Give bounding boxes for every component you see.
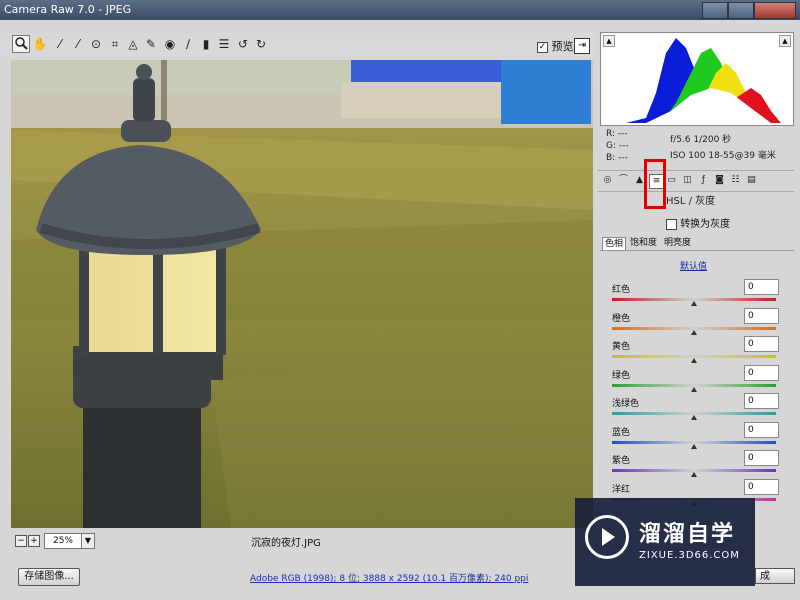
slider-label: 绿色 <box>612 370 631 381</box>
slider-label: 橙色 <box>612 313 631 324</box>
convert-gray-checkbox[interactable]: 转换为灰度 <box>666 215 730 230</box>
highlight-box <box>644 159 666 209</box>
hand-icon[interactable]: ✋ <box>32 36 48 52</box>
effects-tab-icon[interactable]: ƒ <box>697 174 710 187</box>
slider-thumb[interactable] <box>691 472 697 477</box>
exposure-info: f/5.6 1/200 秒 <box>670 135 732 145</box>
window-title: Camera Raw 7.0 - JPEG <box>4 3 132 16</box>
slider-label: 紫色 <box>612 456 631 466</box>
slider-label: 红色 <box>612 285 631 295</box>
slider-value-field[interactable]: 0 <box>744 421 779 438</box>
zoom-in-button[interactable]: + <box>28 535 40 547</box>
slider-row: 紫色 0 <box>612 450 780 481</box>
done-button[interactable]: 成 <box>755 568 795 584</box>
watermark: 溜溜自学 ZIXUE.3D66.COM <box>575 498 755 586</box>
straighten-icon[interactable]: ◬ <box>125 36 141 52</box>
play-icon <box>602 528 615 546</box>
slider-value-field[interactable]: 0 <box>744 393 779 409</box>
rotate-left-icon[interactable]: ↺ <box>235 36 251 52</box>
save-image-button[interactable]: 存储图像... <box>18 568 80 586</box>
image-preview[interactable] <box>11 60 593 528</box>
crop-icon[interactable]: ⌗ <box>107 36 123 52</box>
target-adjust-icon[interactable]: ⊙ <box>88 36 104 52</box>
slider-thumb[interactable] <box>691 386 697 392</box>
default-link[interactable]: 默认值 <box>680 259 707 272</box>
basic-tab-icon[interactable]: ◎ <box>601 174 614 187</box>
slider-thumb[interactable] <box>691 358 697 363</box>
status-bar: − + 25% ▼ 沉寂的夜灯.JPG <box>11 530 593 550</box>
pixel-readout: R: --- G: --- B: --- f/5.6 1/200 秒 ISO 1… <box>600 126 792 168</box>
slider-label: 蓝色 <box>612 427 631 438</box>
slider-row: 橙色 0 <box>612 307 780 339</box>
zoom-level-field[interactable]: 25% <box>44 533 82 549</box>
highlight-clipping-icon[interactable]: ▲ <box>779 35 791 47</box>
workflow-options-link[interactable]: Adobe RGB (1998); 8 位; 3888 x 2592 (10.1… <box>250 571 528 584</box>
preview-label: 预览 <box>551 40 574 53</box>
slider-row: 浅绿色 0 <box>612 393 780 424</box>
chevron-down-icon[interactable]: ▼ <box>81 533 95 549</box>
maximize-button[interactable] <box>728 2 754 19</box>
slider-value-field[interactable]: 0 <box>744 336 779 352</box>
slider-thumb[interactable] <box>691 443 697 449</box>
minimize-button[interactable] <box>702 2 728 19</box>
slider-thumb[interactable] <box>691 329 697 335</box>
red-eye-icon[interactable]: ◉ <box>162 36 178 52</box>
graduated-filter-icon[interactable]: ▮ <box>198 36 214 52</box>
panel-tabs: ◎ ⌒ ▲ ≡ ▭ ◫ ƒ ◙ ☷ ▤ <box>598 170 794 192</box>
snapshots-tab-icon[interactable]: ▤ <box>745 174 758 187</box>
slider-row: 绿色 0 <box>612 364 780 396</box>
split-toning-tab-icon[interactable]: ▭ <box>665 174 678 187</box>
hsl-subtabs: 色相 饱和度 明亮度 <box>600 236 794 251</box>
slider-value-field[interactable]: 0 <box>744 478 779 495</box>
tool-bar: ✋ ⁄ ⁄ ⊙ ⌗ ◬ ✎ ◉ ∕ ▮ ☰ ↺ ↻ ✓ 预览 <box>0 33 596 57</box>
preferences-icon[interactable]: ☰ <box>216 36 232 52</box>
slider-label: 洋红 <box>612 484 631 495</box>
slider-row: 红色 0 <box>612 279 780 310</box>
preview-check-box[interactable]: ✓ <box>537 41 548 53</box>
slider-value-field[interactable]: 0 <box>744 279 779 295</box>
adjustment-brush-icon[interactable]: ∕ <box>180 36 196 52</box>
convert-gray-label: 转换为灰度 <box>680 219 731 230</box>
white-balance-icon[interactable]: ⁄ <box>52 36 68 52</box>
slider-value-field[interactable]: 0 <box>744 307 779 324</box>
blue-readout: B: --- <box>606 153 628 163</box>
iso-lens-info: ISO 100 18-55@39 毫米 <box>670 151 776 161</box>
slider-value-field[interactable]: 0 <box>744 450 779 466</box>
spot-removal-icon[interactable]: ✎ <box>143 36 159 52</box>
slider-thumb[interactable] <box>691 301 697 306</box>
watermark-url: ZIXUE.3D66.COM <box>639 550 740 561</box>
lamp-photo <box>11 60 593 528</box>
slider-value-field[interactable]: 0 <box>744 364 779 381</box>
close-button[interactable] <box>754 2 796 19</box>
slider-label: 浅绿色 <box>612 399 640 409</box>
presets-tab-icon[interactable]: ☷ <box>729 174 742 187</box>
slider-label: 黄色 <box>612 342 631 352</box>
watermark-title: 溜溜自学 <box>639 522 736 547</box>
title-bar: Camera Raw 7.0 - JPEG <box>0 0 800 20</box>
zoom-icon[interactable] <box>12 35 30 53</box>
tab-saturation[interactable]: 饱和度 <box>628 237 659 249</box>
zoom-out-button[interactable]: − <box>15 535 27 547</box>
tab-hue[interactable]: 色相 <box>602 237 627 250</box>
slider-thumb[interactable] <box>691 415 697 420</box>
preview-checkbox[interactable]: ✓ 预览 <box>537 38 574 54</box>
panel-title: HSL / 灰度 <box>666 196 716 207</box>
color-sampler-icon[interactable]: ⁄ <box>70 36 86 52</box>
lens-tab-icon[interactable]: ◫ <box>681 174 694 187</box>
filename-label: 沉寂的夜灯.JPG <box>251 538 321 549</box>
camera-calibration-tab-icon[interactable]: ◙ <box>713 174 726 187</box>
convert-gray-box[interactable] <box>666 218 677 230</box>
tab-luminance[interactable]: 明亮度 <box>662 237 693 249</box>
slider-row: 蓝色 0 <box>612 421 780 453</box>
histogram-graph <box>626 38 781 123</box>
tone-curve-tab-icon[interactable]: ⌒ <box>617 174 630 187</box>
histogram: ▲ ▲ <box>600 32 794 126</box>
fullscreen-icon[interactable]: ⇥ <box>574 38 590 54</box>
rotate-right-icon[interactable]: ↻ <box>253 36 269 52</box>
slider-row: 黄色 0 <box>612 336 780 367</box>
shadow-clipping-icon[interactable]: ▲ <box>603 35 615 47</box>
